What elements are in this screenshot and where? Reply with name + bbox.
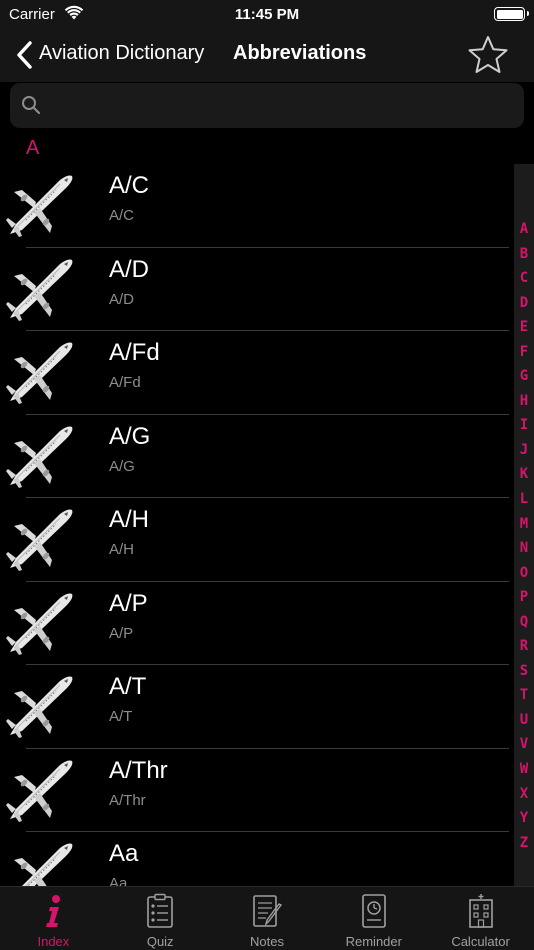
search-bar[interactable] <box>10 83 524 128</box>
notes-icon <box>251 893 283 929</box>
abbreviation-term: A/H <box>109 506 150 533</box>
tab-label: Notes <box>250 934 284 949</box>
battery-icon <box>494 7 529 21</box>
abbreviation-subtitle: A/G <box>109 457 135 475</box>
abbreviation-list[interactable]: A/C A/C A/D A/D A/Fd A/Fd A/G A/G A/H A/… <box>0 164 514 886</box>
tab-index[interactable]: Index <box>0 887 107 950</box>
abbreviation-term: A/T <box>109 673 147 700</box>
search-icon <box>22 96 41 115</box>
list-item[interactable]: A/T A/T <box>0 665 514 749</box>
index-letter-f[interactable]: F <box>514 340 534 365</box>
abbreviation-term: A/Thr <box>109 756 168 784</box>
tab-label: Quiz <box>146 934 174 949</box>
index-letter-y[interactable]: Y <box>514 806 534 831</box>
abbreviation-subtitle: A/T <box>109 708 133 725</box>
airplane-icon <box>4 504 76 576</box>
index-letter-n[interactable]: N <box>514 536 534 561</box>
abbreviation-term: A/Fd <box>109 339 160 366</box>
airplane-icon <box>4 838 76 886</box>
index-letter-m[interactable]: M <box>514 512 534 537</box>
navigation-bar: Aviation Dictionary Abbreviations <box>0 30 534 82</box>
index-letter-r[interactable]: R <box>514 634 534 659</box>
back-button[interactable]: Aviation Dictionary <box>39 42 204 65</box>
building-icon <box>465 893 497 929</box>
abbreviation-subtitle: A/P <box>109 624 134 642</box>
index-letter-a[interactable]: A <box>514 217 534 242</box>
tab-quiz[interactable]: Quiz <box>107 887 214 950</box>
list-item[interactable]: A/H A/H <box>0 498 514 582</box>
index-letter-e[interactable]: E <box>514 315 534 340</box>
clock-icon <box>358 893 390 929</box>
status-bar: Carrier 11:45 PM <box>0 0 534 30</box>
list-item[interactable]: A/C A/C <box>0 164 514 248</box>
index-letter-t[interactable]: T <box>514 683 534 708</box>
abbreviation-subtitle: A/C <box>109 207 135 224</box>
tab-bar: Index Quiz Notes Reminder Calculator <box>0 886 534 950</box>
index-letter-h[interactable]: H <box>514 389 534 414</box>
airplane-icon <box>4 671 76 743</box>
abbreviation-subtitle: A/Fd <box>109 374 141 391</box>
airplane-icon <box>4 254 76 326</box>
abbreviation-subtitle: A/Thr <box>109 791 146 809</box>
index-letter-q[interactable]: Q <box>514 610 534 635</box>
airplane-icon <box>4 170 76 242</box>
clipboard-icon <box>144 893 176 929</box>
index-letter-d[interactable]: D <box>514 291 534 316</box>
section-header: A <box>0 132 534 164</box>
abbreviation-term: A/D <box>109 255 150 283</box>
tab-label: Reminder <box>345 934 402 949</box>
index-letter-u[interactable]: U <box>514 708 534 733</box>
index-letter-l[interactable]: L <box>514 487 534 512</box>
list-item[interactable]: A/D A/D <box>0 248 514 331</box>
index-letter-k[interactable]: K <box>514 462 534 487</box>
index-letter-w[interactable]: W <box>514 757 534 782</box>
abbreviation-term: A/G <box>109 422 151 450</box>
airplane-icon <box>4 421 76 493</box>
index-letter-x[interactable]: X <box>514 782 534 807</box>
tab-notes[interactable]: Notes <box>214 887 321 950</box>
info-icon <box>37 893 69 929</box>
index-letter-b[interactable]: B <box>514 242 534 267</box>
index-letter-p[interactable]: P <box>514 585 534 610</box>
search-area <box>0 82 534 132</box>
search-input[interactable] <box>50 83 510 128</box>
tab-label: Calculator <box>451 934 510 949</box>
star-icon[interactable] <box>467 34 509 76</box>
airplane-icon <box>4 755 76 827</box>
abbreviation-term: Aa <box>109 840 139 867</box>
section-index[interactable]: ABCDEFGHIJKLMNOPQRSTUVWXYZ <box>514 217 534 855</box>
index-letter-i[interactable]: I <box>514 413 534 438</box>
list-item[interactable]: A/G A/G <box>0 415 514 498</box>
airplane-icon <box>4 588 76 660</box>
chevron-left-icon[interactable] <box>14 40 36 70</box>
index-letter-j[interactable]: J <box>514 438 534 463</box>
abbreviation-subtitle: A/H <box>109 541 135 558</box>
tab-label: Index <box>37 934 70 949</box>
abbreviation-term: A/C <box>109 172 150 199</box>
clock-time: 11:45 PM <box>234 6 300 23</box>
index-letter-g[interactable]: G <box>514 364 534 389</box>
abbreviation-subtitle: A/D <box>109 290 135 308</box>
airplane-icon <box>4 337 76 409</box>
abbreviation-term: A/P <box>109 589 148 617</box>
index-letter-c[interactable]: C <box>514 266 534 291</box>
index-letter-z[interactable]: Z <box>514 831 534 856</box>
index-letter-o[interactable]: O <box>514 561 534 586</box>
page-title: Abbreviations <box>233 42 367 64</box>
list-item[interactable]: A/Fd A/Fd <box>0 331 514 415</box>
list-item[interactable]: A/Thr A/Thr <box>0 749 514 832</box>
abbreviation-subtitle: Aa <box>109 875 128 886</box>
list-item[interactable]: A/P A/P <box>0 582 514 665</box>
index-letter-v[interactable]: V <box>514 732 534 757</box>
section-letter: A <box>26 137 40 159</box>
index-letter-s[interactable]: S <box>514 659 534 684</box>
tab-calculator[interactable]: Calculator <box>427 887 534 950</box>
list-item[interactable]: Aa Aa <box>0 832 514 886</box>
tab-reminder[interactable]: Reminder <box>320 887 427 950</box>
